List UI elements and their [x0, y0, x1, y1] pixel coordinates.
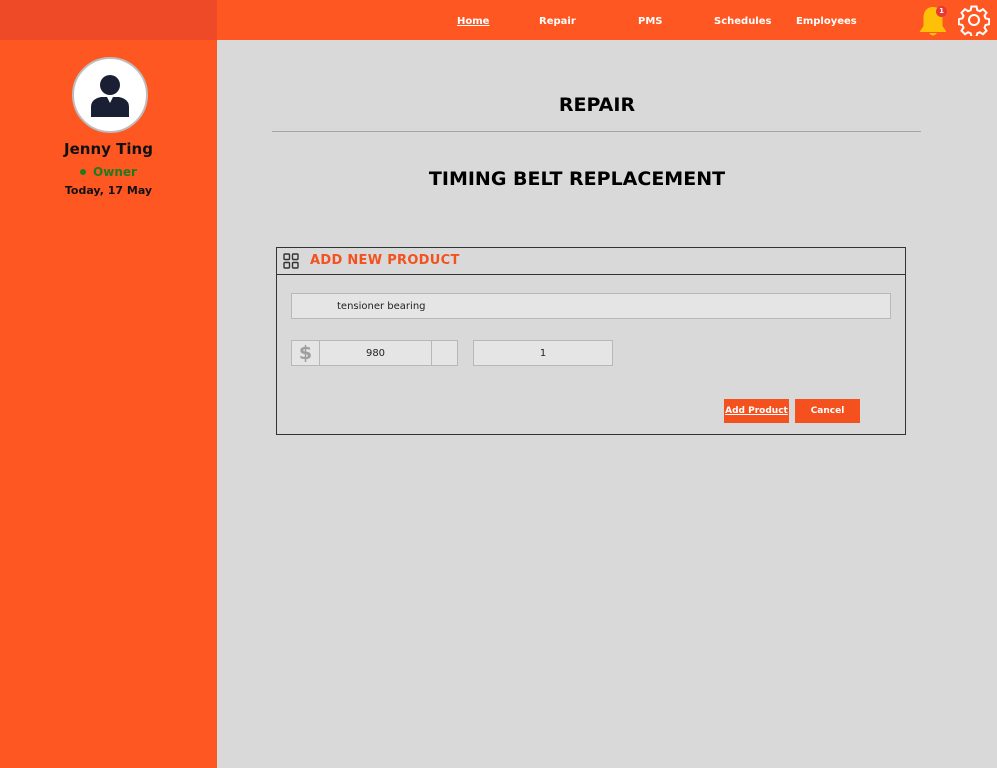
- price-suffix-addon: [432, 341, 457, 365]
- nav-repair[interactable]: Repair: [539, 16, 576, 27]
- price-input-group: $: [291, 340, 458, 366]
- repair-title: TIMING BELT REPLACEMENT: [428, 168, 726, 190]
- user-role: Owner: [0, 165, 217, 179]
- title-divider: [272, 131, 921, 132]
- page-title: REPAIR: [558, 94, 636, 116]
- top-bar-left-block: [0, 0, 217, 40]
- nav-schedules[interactable]: Schedules: [714, 16, 771, 27]
- user-role-label: Owner: [93, 165, 137, 179]
- product-name-input[interactable]: [291, 293, 891, 319]
- notification-badge: 1: [936, 6, 947, 17]
- panel-header: ADD NEW PRODUCT: [277, 248, 905, 275]
- nav-home[interactable]: Home: [457, 16, 489, 27]
- quantity-input[interactable]: [473, 340, 613, 366]
- nav-pms[interactable]: PMS: [638, 16, 662, 27]
- avatar: [72, 57, 148, 133]
- grid-icon: [283, 253, 299, 269]
- dollar-icon: $: [292, 341, 320, 365]
- add-product-panel: ADD NEW PRODUCT $ Add Product Cancel: [276, 247, 906, 435]
- nav-employees[interactable]: Employees: [796, 16, 857, 27]
- current-date: Today, 17 May: [64, 184, 153, 197]
- panel-title: ADD NEW PRODUCT: [310, 253, 460, 268]
- cancel-button[interactable]: Cancel: [795, 399, 860, 423]
- price-input[interactable]: [320, 341, 432, 365]
- user-name: Jenny Ting: [64, 140, 153, 158]
- add-product-button[interactable]: Add Product: [724, 399, 789, 423]
- gear-icon[interactable]: [958, 4, 990, 36]
- status-dot-icon: [80, 168, 87, 175]
- user-avatar-icon: [91, 75, 129, 117]
